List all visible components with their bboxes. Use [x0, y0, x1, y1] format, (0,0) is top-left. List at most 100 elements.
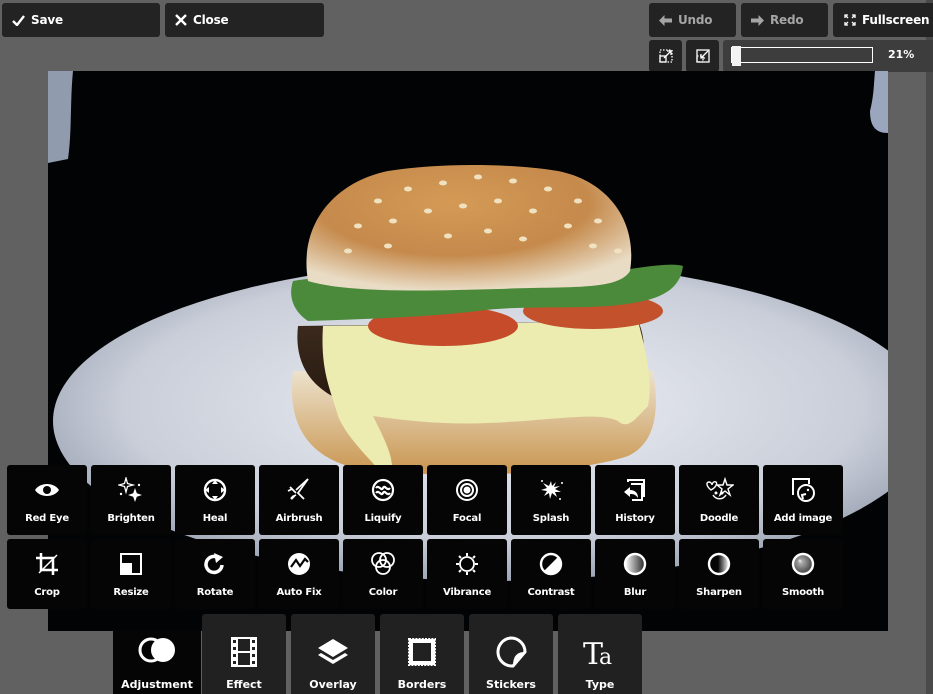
tab-label: Type [585, 678, 615, 691]
blur-icon [623, 551, 647, 577]
redo-button[interactable]: Redo [741, 3, 828, 37]
doodle-icon [704, 477, 734, 503]
tool-blur[interactable]: Blur [595, 539, 675, 609]
tool-heal[interactable]: Heal [175, 465, 255, 535]
arrow-right-icon [751, 14, 764, 26]
tool-auto-fix[interactable]: Auto Fix [259, 539, 339, 609]
tab-label: Effect [226, 678, 262, 691]
rotate-icon [203, 551, 227, 577]
tool-label: Add image [773, 513, 833, 524]
close-button[interactable]: Close [165, 3, 324, 37]
zoom-slider-thumb[interactable] [732, 46, 741, 66]
tool-sharpen[interactable]: Sharpen [679, 539, 759, 609]
liquify-icon [371, 477, 395, 503]
color-icon [370, 551, 396, 577]
tool-label: Resize [113, 587, 149, 598]
tool-doodle[interactable]: Doodle [679, 465, 759, 535]
fullscreen-icon [844, 14, 856, 26]
save-button[interactable]: Save [2, 3, 160, 37]
smooth-icon [791, 551, 815, 577]
contrast-icon [539, 551, 563, 577]
heal-icon [203, 477, 227, 503]
tool-label: Sharpen [696, 587, 742, 598]
tool-label: Blur [623, 587, 647, 598]
tab-label: Borders [397, 678, 447, 691]
save-label: Save [31, 13, 63, 27]
tool-label: Color [368, 587, 398, 598]
auto-fix-icon [287, 551, 311, 577]
zoom-actual-button[interactable] [686, 40, 719, 72]
fullscreen-label: Fullscreen [862, 13, 930, 27]
tool-red-eye[interactable]: Red Eye [7, 465, 87, 535]
zoom-slider-track[interactable] [731, 47, 873, 63]
undo-button[interactable]: Undo [649, 3, 736, 37]
close-icon [175, 14, 187, 26]
tool-label: Rotate [196, 587, 234, 598]
tool-label: Vibrance [442, 587, 492, 598]
tool-resize[interactable]: Resize [91, 539, 171, 609]
tool-airbrush[interactable]: Airbrush [259, 465, 339, 535]
tab-label: Overlay [309, 678, 357, 691]
sharpen-icon [707, 551, 731, 577]
tool-smooth[interactable]: Smooth [763, 539, 843, 609]
tab-adjustment[interactable]: Adjustment [113, 631, 201, 694]
tool-color[interactable]: Color [343, 539, 423, 609]
tab-effect[interactable]: Effect [202, 614, 286, 694]
tool-label: Red Eye [25, 513, 69, 524]
tool-label: Liquify [364, 513, 402, 524]
tool-brighten[interactable]: Brighten [91, 465, 171, 535]
airbrush-icon [286, 477, 312, 503]
tab-stickers[interactable]: Stickers [469, 614, 553, 694]
splash-icon [538, 477, 564, 503]
svg-text:a: a [599, 645, 612, 667]
tool-history[interactable]: History [595, 465, 675, 535]
layers-icon [317, 636, 349, 668]
tool-vibrance[interactable]: Vibrance [427, 539, 507, 609]
tool-crop[interactable]: Crop [7, 539, 87, 609]
tool-label: Splash [532, 513, 570, 524]
resize-icon [120, 551, 142, 577]
crop-icon [35, 551, 59, 577]
tab-label: Adjustment [121, 678, 193, 691]
history-icon [622, 477, 648, 503]
film-icon [231, 636, 257, 668]
zoom-value: 21% [888, 48, 915, 61]
tool-rotate[interactable]: Rotate [175, 539, 255, 609]
tool-label: Focal [452, 513, 482, 524]
tool-label: Auto Fix [276, 587, 322, 598]
tab-borders[interactable]: Borders [380, 614, 464, 694]
tool-contrast[interactable]: Contrast [511, 539, 591, 609]
sticker-icon [495, 636, 527, 668]
tool-label: Heal [202, 513, 228, 524]
fullscreen-button[interactable]: Fullscreen [833, 3, 933, 37]
zoom-control: 21% [723, 40, 933, 72]
tab-overlay[interactable]: Overlay [291, 614, 375, 694]
zoom-fit-button[interactable] [649, 40, 682, 72]
tool-label: Brighten [107, 513, 155, 524]
tool-focal[interactable]: Focal [427, 465, 507, 535]
vibrance-icon [455, 551, 479, 577]
tool-splash[interactable]: Splash [511, 465, 591, 535]
sparkles-icon [118, 477, 144, 503]
target-icon [455, 477, 479, 503]
undo-label: Undo [678, 13, 713, 27]
right-edge-strip [926, 0, 933, 694]
tool-liquify[interactable]: Liquify [343, 465, 423, 535]
adjustment-icon [138, 634, 176, 666]
tool-add-image[interactable]: Add image [763, 465, 843, 535]
tool-label: Crop [34, 587, 60, 598]
eye-icon [34, 477, 60, 503]
tool-label: Contrast [527, 587, 575, 598]
redo-label: Redo [770, 13, 804, 27]
border-icon [407, 636, 437, 668]
tool-label: History [615, 513, 655, 524]
arrow-left-icon [659, 14, 672, 26]
close-label: Close [193, 13, 229, 27]
tool-label: Airbrush [275, 513, 323, 524]
tool-label: Doodle [699, 513, 739, 524]
tab-label: Stickers [486, 678, 536, 691]
checkmark-icon [12, 14, 25, 26]
tab-type[interactable]: Ta Type [558, 614, 642, 694]
tool-label: Smooth [781, 587, 825, 598]
add-image-icon [790, 477, 816, 503]
